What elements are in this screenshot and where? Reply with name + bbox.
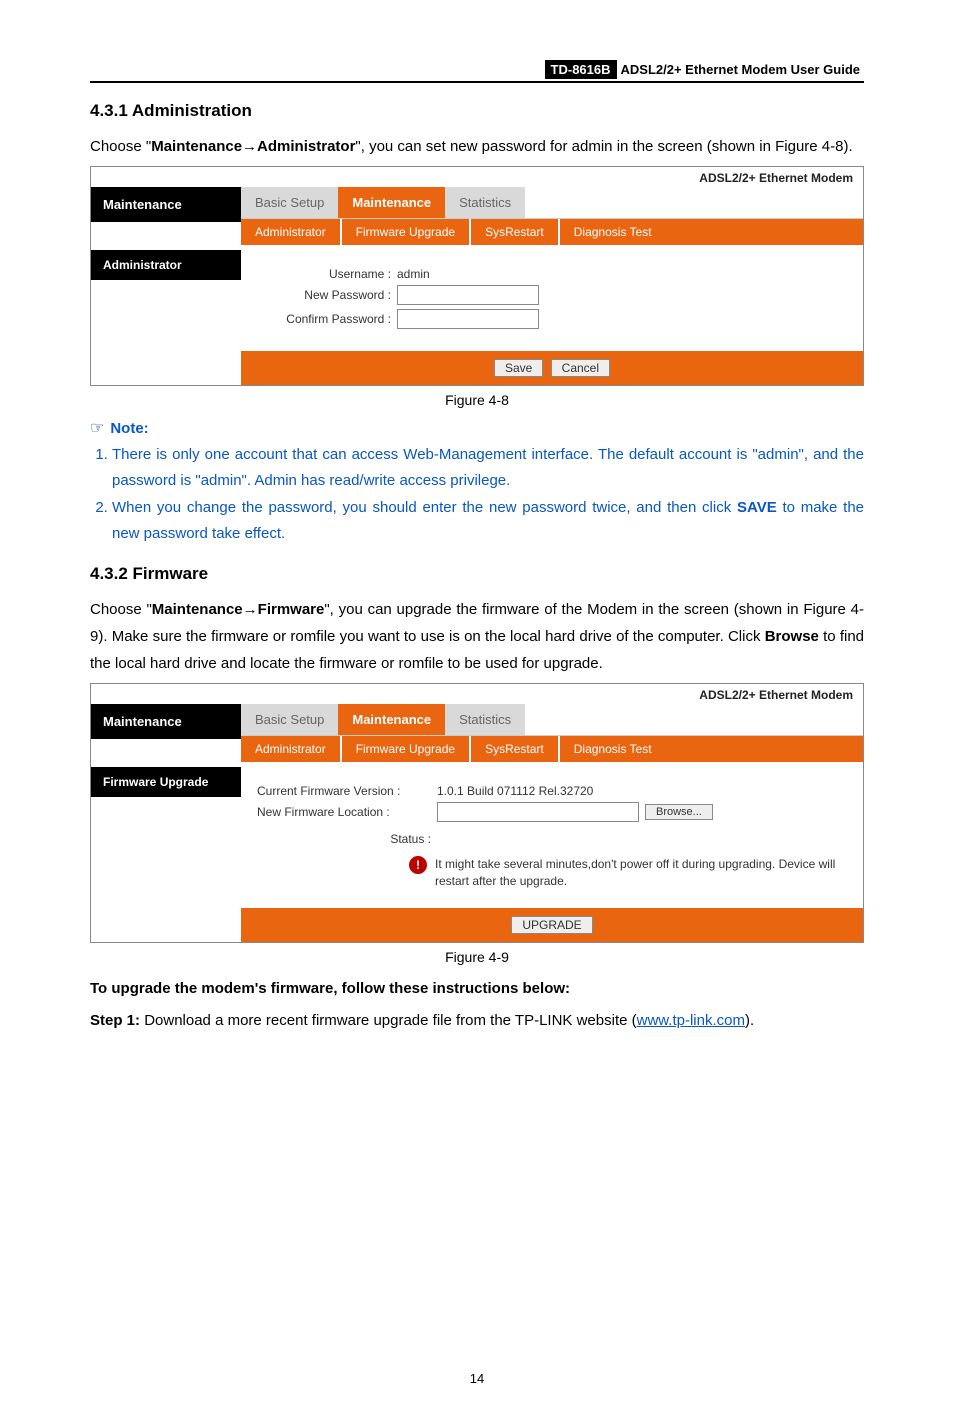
tp-link-url[interactable]: www.tp-link.com <box>637 1012 745 1029</box>
t: Maintenance→Administrator <box>151 138 355 155</box>
subtab-firmware-upgrade[interactable]: Firmware Upgrade <box>342 736 471 762</box>
t: SAVE <box>737 499 777 516</box>
sidebar: Maintenance Firmware Upgrade <box>91 704 241 942</box>
header-model: TD-8616B <box>545 60 617 79</box>
figure-4-8: ADSL2/2+ Ethernet Modem Maintenance Admi… <box>90 166 864 386</box>
top-tabs: Basic Setup Maintenance Statistics <box>241 187 863 219</box>
current-fw-label: Current Firmware Version : <box>251 784 437 798</box>
subtab-sysrestart[interactable]: SysRestart <box>471 219 560 245</box>
section-432-para: Choose "Maintenance→Firmware", you can u… <box>90 596 864 677</box>
figure-4-9: ADSL2/2+ Ethernet Modem Maintenance Firm… <box>90 683 864 943</box>
figure-4-9-caption: Figure 4-9 <box>90 949 864 965</box>
section-432-title: 4.3.2 Firmware <box>90 564 864 584</box>
t: Choose " <box>90 601 152 618</box>
subtab-diagnosis-test[interactable]: Diagnosis Test <box>560 736 666 762</box>
note-label: Note: <box>110 420 148 437</box>
t: Maintenance→Firmware <box>152 601 325 618</box>
sidebar: Maintenance Administrator <box>91 187 241 385</box>
t: Choose " <box>90 138 151 155</box>
t: Browse <box>765 628 819 645</box>
sidebar-administrator[interactable]: Administrator <box>91 250 241 280</box>
new-fw-location-input[interactable] <box>437 802 639 822</box>
browse-button[interactable]: Browse... <box>645 804 713 820</box>
current-fw-value: 1.0.1 Build 071112 Rel.32720 <box>437 784 593 798</box>
modem-brand: ADSL2/2+ Ethernet Modem <box>91 167 863 187</box>
upgrade-heading: To upgrade the modem's firmware, follow … <box>90 975 864 1002</box>
subtab-firmware-upgrade[interactable]: Firmware Upgrade <box>342 219 471 245</box>
tab-maintenance[interactable]: Maintenance <box>338 187 445 218</box>
note-item-1: There is only one account that can acces… <box>112 442 864 493</box>
header-title: ADSL2/2+ Ethernet Modem User Guide <box>617 60 864 79</box>
warning-icon: ! <box>409 856 427 874</box>
username-label: Username : <box>251 267 397 281</box>
tab-statistics[interactable]: Statistics <box>445 187 525 218</box>
page-header: TD-8616B ADSL2/2+ Ethernet Modem User Gu… <box>90 60 864 83</box>
t: ). <box>745 1012 754 1029</box>
new-fw-location-label: New Firmware Location : <box>251 805 437 819</box>
sidebar-maintenance[interactable]: Maintenance <box>91 187 241 222</box>
upgrade-button[interactable]: UPGRADE <box>511 916 592 934</box>
t: When you change the password, you should… <box>112 499 737 516</box>
confirm-password-input[interactable] <box>397 309 539 329</box>
note-list: There is only one account that can acces… <box>112 442 864 546</box>
figure-4-8-caption: Figure 4-8 <box>90 392 864 408</box>
page-number: 14 <box>0 1371 954 1386</box>
top-tabs: Basic Setup Maintenance Statistics <box>241 704 863 736</box>
subtab-diagnosis-test[interactable]: Diagnosis Test <box>560 219 666 245</box>
modem-brand: ADSL2/2+ Ethernet Modem <box>91 684 863 704</box>
username-value: admin <box>397 267 430 281</box>
note-item-2: When you change the password, you should… <box>112 495 864 546</box>
section-431-para: Choose "Maintenance→Administrator", you … <box>90 133 864 160</box>
t: ", you can set new password for admin in… <box>355 138 852 155</box>
subtab-administrator[interactable]: Administrator <box>241 736 342 762</box>
tab-basic-setup[interactable]: Basic Setup <box>241 187 338 218</box>
sidebar-firmware-upgrade[interactable]: Firmware Upgrade <box>91 767 241 797</box>
step-1: Step 1: Download a more recent firmware … <box>90 1008 864 1034</box>
cancel-button[interactable]: Cancel <box>551 359 610 377</box>
new-password-input[interactable] <box>397 285 539 305</box>
sidebar-maintenance[interactable]: Maintenance <box>91 704 241 739</box>
step-1-label: Step 1: <box>90 1012 140 1029</box>
tab-maintenance[interactable]: Maintenance <box>338 704 445 735</box>
status-label: Status : <box>251 832 431 846</box>
tab-statistics[interactable]: Statistics <box>445 704 525 735</box>
subtab-sysrestart[interactable]: SysRestart <box>471 736 560 762</box>
new-password-label: New Password : <box>251 288 397 302</box>
hand-pointer-icon: ☞ <box>90 418 104 438</box>
confirm-password-label: Confirm Password : <box>251 312 397 326</box>
sub-tabs: Administrator Firmware Upgrade SysRestar… <box>241 736 863 762</box>
section-431-title: 4.3.1 Administration <box>90 101 864 121</box>
sub-tabs: Administrator Firmware Upgrade SysRestar… <box>241 219 863 245</box>
subtab-administrator[interactable]: Administrator <box>241 219 342 245</box>
upgrade-warning-text: It might take several minutes,don't powe… <box>435 856 853 890</box>
tab-basic-setup[interactable]: Basic Setup <box>241 704 338 735</box>
step-1-text: Download a more recent firmware upgrade … <box>144 1012 636 1029</box>
save-button[interactable]: Save <box>494 359 543 377</box>
